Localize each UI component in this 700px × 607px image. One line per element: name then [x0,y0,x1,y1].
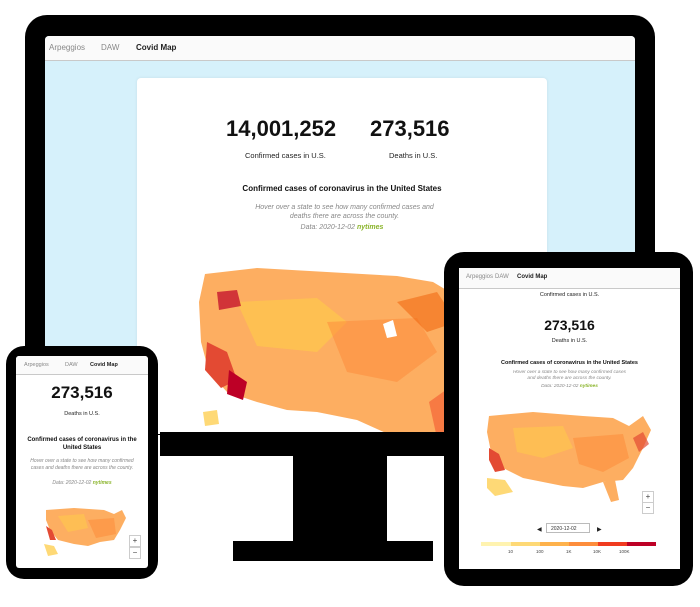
phone-zoom-out-button[interactable]: − [129,547,141,559]
map-title: Confirmed cases of coronavirus in the Un… [242,184,442,193]
legend-swatch-4 [569,542,598,546]
legend-swatch-6 [627,542,656,546]
phone-map-description: Hover over a state to see how many confi… [30,458,134,471]
monitor-stand-base [233,541,433,561]
legend-swatch-3 [540,542,569,546]
phone-map-title: Confirmed cases of coronavirus in the Un… [27,437,137,451]
tablet-date-value: 2020-12-02 [551,526,577,532]
phone-map-source: Data: 2020-12-02 nytimes [16,480,148,486]
phone-deaths-label: Deaths in U.S. [64,411,100,417]
tablet-map-description: Hover over a state to see how many confi… [512,370,627,381]
tablet-deaths-value: 273,516 [544,317,595,333]
legend-tick: 10K [593,549,602,554]
tablet-nav-item-daw[interactable]: DAW [495,274,509,280]
phone-deaths-value: 273,516 [51,383,113,402]
confirmed-cases-value: 14,001,252 [226,116,337,141]
legend-swatch-5 [598,542,627,546]
phone-nav-item-daw[interactable]: DAW [65,362,78,368]
tablet-nav-item-arpeggios[interactable]: Arpeggios [466,274,493,280]
tablet-date-select[interactable]: 2020-12-02 [546,523,590,533]
tablet-next-date-icon[interactable]: ▶ [597,526,602,533]
map-description: Hover over a state to see how many confi… [255,204,434,220]
tablet-nav-item-covid-map[interactable]: Covid Map [517,274,547,280]
source-link[interactable]: nytimes [357,224,383,231]
deaths-value: 273,516 [370,116,450,141]
tablet-source-link[interactable]: nytimes [580,384,598,389]
tablet-prev-date-icon[interactable]: ◀ [537,526,542,533]
nav-item-arpeggios[interactable]: Arpeggios [49,43,85,52]
legend-tick: 1K [566,549,572,554]
legend-tick: 100 [536,549,544,554]
source-date: Data: 2020-12-02 [300,224,356,231]
phone-nav-item-arpeggios[interactable]: Arpeggios [24,362,49,368]
tablet-confirmed-label: Confirmed cases in U.S. [539,292,600,298]
tablet-deaths-label: Deaths in U.S. [551,338,588,344]
phone-navbar: Arpeggios DAW Covid Map [16,356,148,375]
deaths-label: Deaths in U.S. [389,151,438,160]
tablet-map-title: Confirmed cases of coronavirus in the Un… [501,360,638,366]
map-source: Data: 2020-12-02 nytimes [137,224,547,231]
nav-item-daw[interactable]: DAW [101,43,119,52]
legend-tick: 10 [508,549,514,554]
monitor-stand-neck [293,454,387,544]
tablet-map-source: Data: 2020-12-02 nytimes [459,384,680,389]
confirmed-cases-label: Confirmed cases in U.S. [245,151,326,160]
legend-swatch-1 [481,542,511,546]
legend-tick: 100K [619,549,630,554]
phone-zoom-in-button[interactable]: + [129,535,141,547]
monitor-navbar: Arpeggios DAW Covid Map [45,36,635,61]
tablet-legend-bar [481,542,656,546]
us-map-tablet[interactable] [483,408,653,508]
legend-swatch-2 [511,542,540,546]
tablet-navbar: Arpeggios DAW Covid Map [459,268,680,289]
tablet-zoom-out-button[interactable]: − [642,502,654,514]
tablet-screen: Arpeggios DAW Covid Map Confirmed cases … [459,268,680,569]
tablet-source-date: Data: 2020-12-02 [541,384,579,389]
phone-source-link[interactable]: nytimes [93,480,112,486]
nav-item-covid-map[interactable]: Covid Map [136,43,176,52]
us-map-phone[interactable] [44,506,126,558]
phone-nav-item-covid-map[interactable]: Covid Map [90,362,118,368]
phone-source-date: Data: 2020-12-02 [52,480,92,486]
phone-screen: Arpeggios DAW Covid Map 273,516 Deaths i… [16,356,148,568]
